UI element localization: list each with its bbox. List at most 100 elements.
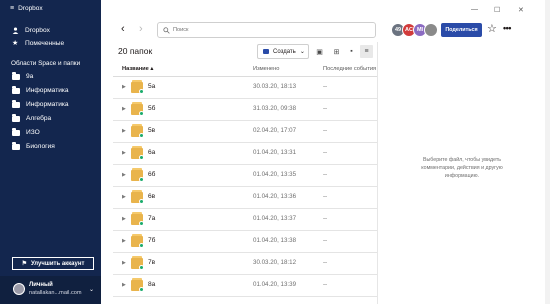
folder-name[interactable]: 6в [148, 193, 155, 200]
modified-date: 01.04.20, 13:38 [253, 237, 297, 244]
sidebar-item-dropbox[interactable]: Dropbox [12, 27, 50, 34]
table-row[interactable]: ▶ 6в 01.04.20, 13:36 -- [113, 187, 377, 209]
create-button[interactable]: Создать ⌄ [257, 44, 309, 59]
create-label: Создать [273, 48, 296, 55]
expand-arrow-icon[interactable]: ▶ [122, 282, 126, 288]
modified-date: 30.03.20, 18:13 [253, 83, 297, 90]
sidebar-folder-label: Биология [26, 143, 55, 150]
expand-arrow-icon[interactable]: ▶ [122, 106, 126, 112]
modified-date: 02.04.20, 17:07 [253, 127, 297, 134]
column-header-name[interactable]: Название ▴ [122, 66, 153, 72]
table-row[interactable]: ▶ 6а 01.04.20, 13:31 -- [113, 143, 377, 165]
expand-arrow-icon[interactable]: ▶ [122, 238, 126, 244]
activity-value: -- [323, 105, 328, 112]
minimize-icon[interactable]: — [471, 6, 478, 13]
sync-status-icon [139, 265, 144, 270]
column-header-modified[interactable]: Изменено [253, 66, 279, 72]
sidebar-item-label: Помеченные [25, 40, 65, 47]
expand-arrow-icon[interactable]: ▶ [122, 84, 126, 90]
folder-name[interactable]: 6а [148, 149, 155, 156]
modified-date: 01.04.20, 13:36 [253, 193, 297, 200]
account-switcher[interactable]: Личный natallakan...mail.com ⌄ [0, 276, 101, 304]
activity-value: -- [323, 83, 328, 90]
expand-arrow-icon[interactable]: ▶ [122, 172, 126, 178]
expand-arrow-icon[interactable]: ▶ [122, 194, 126, 200]
sidebar-folder-informatika-1[interactable]: Информатика [12, 86, 69, 94]
sidebar-folder-label: Информатика [26, 101, 69, 108]
modified-date: 30.03.20, 18:12 [253, 259, 297, 266]
share-button[interactable]: Поделиться [441, 23, 482, 37]
activity-value: -- [323, 127, 328, 134]
app-title-label: Dropbox [18, 5, 43, 12]
sidebar-item-starred[interactable]: ★ Помеченные [12, 40, 64, 47]
activity-value: -- [323, 281, 328, 288]
expand-arrow-icon[interactable]: ▶ [122, 150, 126, 156]
grid-view-icon[interactable]: ⊞ [330, 45, 343, 58]
activity-value: -- [323, 193, 328, 200]
menu-icon[interactable]: ≡ [10, 5, 14, 12]
modified-date: 01.04.20, 13:31 [253, 149, 297, 156]
table-row[interactable]: ▶ 8а 01.04.20, 13:39 -- [113, 275, 377, 297]
expand-arrow-icon[interactable]: ▶ [122, 216, 126, 222]
table-row[interactable]: ▶ 6б 01.04.20, 13:35 -- [113, 165, 377, 187]
activity-value: -- [323, 149, 328, 156]
chevron-down-icon: ⌄ [299, 49, 305, 55]
back-arrow-icon[interactable]: ‹ [121, 24, 125, 35]
sidebar-folder-informatika-2[interactable]: Информатика [12, 100, 69, 108]
tile-view-icon[interactable]: ▪ [345, 45, 358, 58]
maximize-icon[interactable]: ☐ [494, 6, 500, 14]
folder-name[interactable]: 5а [148, 83, 155, 90]
sync-status-icon [139, 243, 144, 248]
search-box[interactable] [157, 22, 376, 38]
sync-status-icon [139, 221, 144, 226]
folder-name[interactable]: 7а [148, 215, 155, 222]
scrollbar[interactable] [545, 0, 550, 304]
folder-icon [12, 142, 20, 150]
table-row[interactable]: ▶ 7б 01.04.20, 13:38 -- [113, 231, 377, 253]
upgrade-account-button[interactable]: ⚑ Улучшить аккаунт [12, 257, 94, 270]
more-options-icon[interactable]: ••• [503, 23, 511, 33]
close-icon[interactable]: ✕ [518, 6, 524, 14]
sync-status-icon [139, 111, 144, 116]
column-header-name-label: Название [122, 66, 149, 72]
table-row[interactable]: ▶ 7а 01.04.20, 13:37 -- [113, 209, 377, 231]
folder-name[interactable]: 6б [148, 171, 155, 178]
list-view-icon[interactable]: ≡ [360, 45, 373, 58]
sidebar-folder-algebra[interactable]: Алгебра [12, 114, 51, 122]
expand-arrow-icon[interactable]: ▶ [122, 260, 126, 266]
sync-status-icon [139, 155, 144, 160]
person-icon [12, 27, 19, 34]
sidebar-item-label: Dropbox [25, 27, 50, 34]
folder-name[interactable]: 5в [148, 127, 155, 134]
new-folder-icon[interactable]: ▣ [313, 45, 326, 58]
member-avatar[interactable] [424, 23, 438, 37]
table-row[interactable]: ▶ 5а 30.03.20, 18:13 -- [113, 77, 377, 99]
table-row[interactable]: ▶ 5б 31.03.20, 09:38 -- [113, 99, 377, 121]
star-icon: ★ [12, 40, 19, 47]
modified-date: 01.04.20, 13:37 [253, 215, 297, 222]
expand-arrow-icon[interactable]: ▶ [122, 128, 126, 134]
modified-date: 01.04.20, 13:39 [253, 281, 297, 288]
sidebar-folder-9a[interactable]: 9а [12, 72, 33, 80]
app-title: ≡ Dropbox [10, 5, 43, 13]
sync-status-icon [139, 133, 144, 138]
folder-name[interactable]: 8а [148, 281, 155, 288]
table-row[interactable]: ▶ 7в 30.03.20, 18:12 -- [113, 253, 377, 275]
sync-status-icon [139, 89, 144, 94]
folder-icon [12, 86, 20, 94]
folder-icon [12, 114, 20, 122]
column-header-activity[interactable]: Последние события [323, 66, 376, 72]
table-row[interactable]: ▶ 5в 02.04.20, 17:07 -- [113, 121, 377, 143]
folder-name[interactable]: 7б [148, 237, 155, 244]
search-input[interactable] [173, 27, 353, 33]
star-outline-icon[interactable]: ☆ [487, 23, 497, 35]
sidebar-folder-izo[interactable]: ИЗО [12, 128, 40, 136]
search-icon [163, 26, 170, 34]
folder-name[interactable]: 5б [148, 105, 155, 112]
forward-arrow-icon[interactable]: › [139, 24, 143, 35]
folder-name[interactable]: 7в [148, 259, 155, 266]
folder-count: 20 папок [118, 46, 153, 56]
sidebar-folder-biologiya[interactable]: Биология [12, 142, 55, 150]
modified-date: 01.04.20, 13:35 [253, 171, 297, 178]
details-hint: Выберите файл, чтобы увидеть комментарии… [421, 157, 503, 179]
